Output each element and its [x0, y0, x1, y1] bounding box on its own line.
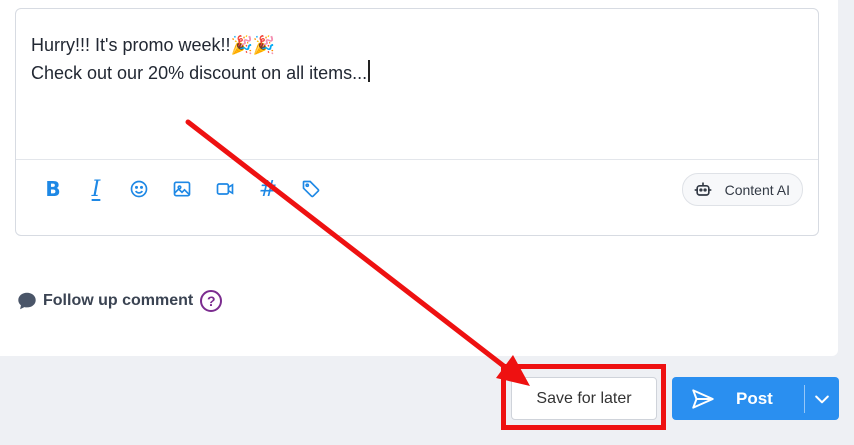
bold-button[interactable]: B	[38, 174, 68, 204]
tag-button[interactable]	[296, 174, 326, 204]
emoji-button[interactable]	[124, 174, 154, 204]
italic-icon: I	[91, 176, 101, 202]
post-button[interactable]: Post	[672, 377, 804, 420]
image-button[interactable]	[167, 174, 197, 204]
hashtag-icon: #	[258, 176, 278, 202]
post-editor[interactable]: Hurry!!! It's promo week!!🎉🎉 Check out o…	[15, 8, 819, 236]
save-for-later-button[interactable]: Save for later	[511, 377, 657, 420]
robot-icon	[694, 182, 711, 196]
post-label: Post	[736, 388, 773, 408]
bold-icon: B	[45, 177, 61, 201]
chevron-down-icon	[815, 395, 829, 403]
editor-line-2: Check out our 20% discount on all items.…	[31, 63, 368, 83]
formatting-toolbar: B I #	[38, 174, 339, 204]
post-options-dropdown[interactable]	[805, 377, 839, 420]
follow-up-comment[interactable]: Follow up comment ?	[16, 290, 223, 312]
content-ai-label: Content AI	[724, 181, 790, 198]
post-button-group: Post	[672, 377, 839, 420]
editor-content[interactable]: Hurry!!! It's promo week!!🎉🎉 Check out o…	[31, 31, 803, 87]
tag-icon	[302, 180, 320, 198]
editor-divider	[16, 159, 818, 160]
help-icon[interactable]: ?	[200, 290, 223, 312]
video-button[interactable]	[210, 174, 240, 204]
composer-card: Hurry!!! It's promo week!!🎉🎉 Check out o…	[0, 0, 838, 356]
comment-bubble-icon	[16, 290, 38, 312]
editor-line-1: Hurry!!! It's promo week!!🎉🎉	[31, 35, 276, 55]
content-ai-button[interactable]: Content AI	[681, 173, 803, 206]
video-icon	[216, 183, 234, 195]
follow-up-comment-label: Follow up comment	[43, 292, 194, 309]
emoji-icon	[130, 180, 148, 198]
send-icon	[692, 388, 714, 409]
image-icon	[173, 181, 191, 197]
italic-button[interactable]: I	[81, 174, 111, 204]
hashtag-button[interactable]: #	[253, 174, 283, 204]
text-cursor	[368, 60, 370, 82]
